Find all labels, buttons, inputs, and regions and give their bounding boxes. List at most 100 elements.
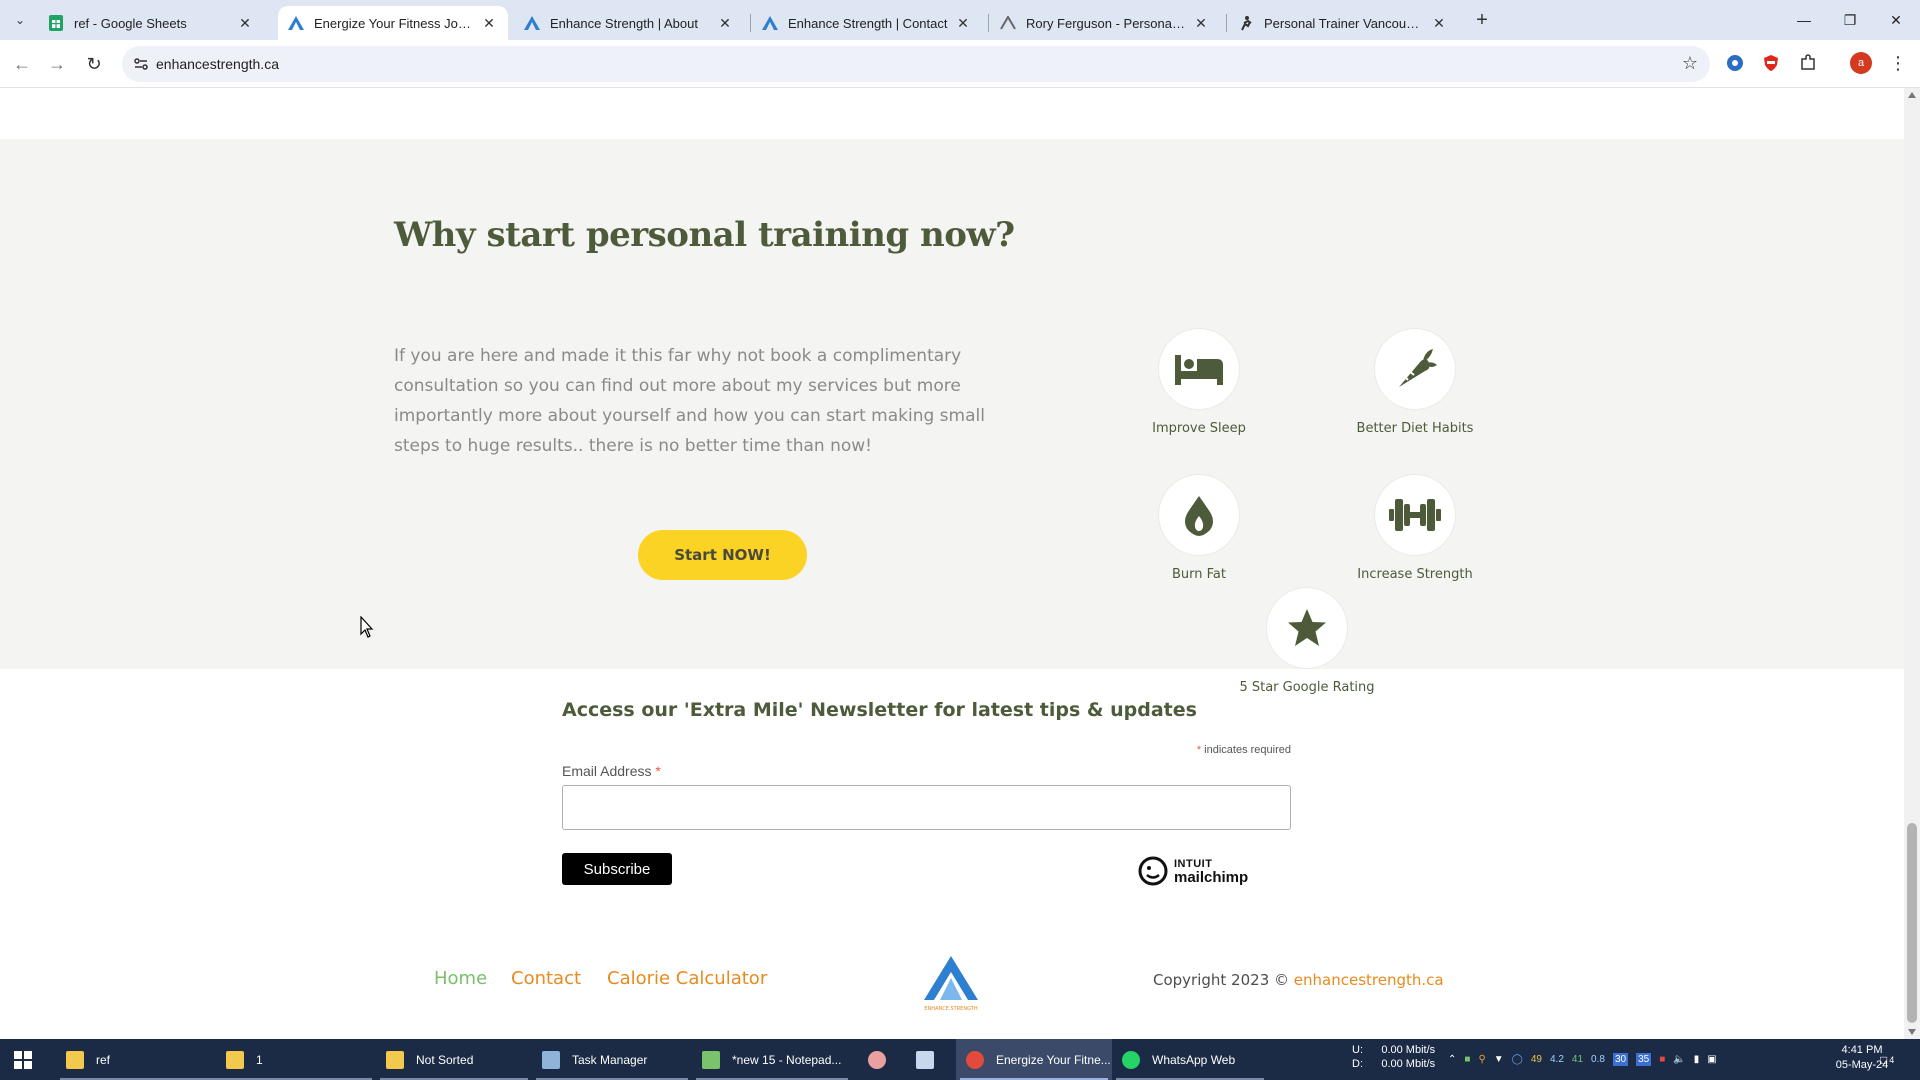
tab-google-sheets[interactable]: ref - Google Sheets ✕ (38, 6, 264, 40)
tray-stat: 41 (1571, 1054, 1584, 1065)
tab-title: Rory Ferguson - Personal Traini (1026, 15, 1186, 31)
star-icon (1288, 609, 1326, 646)
page-scrollbar[interactable] (1904, 88, 1920, 1039)
taskbar-label: *new 15 - Notepad... (732, 1052, 842, 1067)
taskbar-label: Task Manager (572, 1052, 648, 1067)
tab-search-button[interactable]: ⌄ (8, 8, 32, 32)
minimize-icon: — (1797, 12, 1811, 28)
taskbar-item-chrome[interactable]: Energize Your Fitne... (956, 1039, 1112, 1080)
close-icon[interactable]: ✕ (954, 14, 972, 32)
forward-button[interactable]: → (43, 50, 71, 78)
benefit-google-rating: 5 Star Google Rating (1212, 588, 1402, 695)
tray-stat: 49 (1530, 1054, 1542, 1065)
required-note: * indicates required (1100, 744, 1291, 756)
benefit-label: Increase Strength (1357, 567, 1473, 582)
restore-button[interactable]: ❐ (1827, 0, 1873, 40)
benefit-label: Improve Sleep (1152, 421, 1246, 436)
tab-rory[interactable]: Rory Ferguson - Personal Traini ✕ (990, 6, 1220, 40)
extension-icon[interactable] (1724, 52, 1746, 74)
footer-link-contact[interactable]: Contact (511, 968, 581, 989)
start-button[interactable] (0, 1039, 46, 1080)
shield-extension-icon[interactable] (1760, 52, 1782, 74)
benefit-label: Better Diet Habits (1356, 421, 1474, 436)
tray-badge[interactable]: 30 (1612, 1053, 1629, 1066)
footer-logo[interactable]: ENHANCE STRENGTH (920, 956, 982, 1012)
benefit-increase-strength: Increase Strength (1320, 475, 1510, 582)
volume-icon[interactable]: 🔈 (1673, 1054, 1685, 1065)
chevron-up-icon[interactable]: ⌃ (1448, 1054, 1456, 1065)
battery-icon[interactable]: ▮ (1694, 1054, 1700, 1065)
address-bar[interactable]: enhancestrength.ca ☆ (122, 46, 1710, 82)
taskbar-item-app[interactable] (858, 1039, 898, 1080)
taskbar-item-ref[interactable]: ref (56, 1039, 226, 1080)
email-field[interactable] (562, 785, 1291, 830)
close-icon[interactable]: ✕ (1192, 14, 1210, 32)
scrollbar-thumb[interactable] (1907, 823, 1917, 1023)
taskbar-item-not-sorted[interactable]: Not Sorted (376, 1039, 532, 1080)
close-window-button[interactable]: ✕ (1873, 0, 1919, 40)
minimize-button[interactable]: — (1781, 0, 1827, 40)
taskbar: ref 1 Not Sorted Task Manager *new 15 - … (0, 1039, 1920, 1080)
taskbar-label: ref (96, 1052, 111, 1067)
profile-avatar[interactable]: a (1850, 52, 1872, 74)
benefit-icon-circle (1375, 475, 1455, 555)
close-icon[interactable]: ✕ (716, 14, 734, 32)
tab-about[interactable]: Enhance Strength | About ✕ (514, 6, 744, 40)
tray-globe-icon[interactable]: ◯ (1512, 1054, 1523, 1065)
puzzle-extensions-icon[interactable] (1797, 52, 1819, 74)
app-icon (868, 1050, 886, 1069)
arrow-left-icon: ← (13, 53, 31, 74)
close-icon[interactable]: ✕ (236, 14, 254, 32)
net-down-label: D: (1352, 1058, 1363, 1070)
footer-link-home[interactable]: Home (434, 968, 487, 989)
tab-energize[interactable]: Energize Your Fitness Journey w ✕ (278, 6, 508, 40)
taskbar-item-task-manager[interactable]: Task Manager (532, 1039, 692, 1080)
chevron-down-icon: ⌄ (14, 13, 26, 27)
taskbar-item-document[interactable] (906, 1039, 946, 1080)
browser-menu-icon[interactable]: ⋮ (1888, 50, 1908, 76)
why-section: Why start personal training now? If you … (0, 139, 1904, 695)
network-icon[interactable]: ▣ (1707, 1054, 1716, 1065)
benefit-label: Burn Fat (1172, 567, 1226, 582)
tab-title: Personal Trainer Vancouver | We (1264, 15, 1424, 31)
bed-icon (1175, 355, 1223, 385)
taskbar-label: Not Sorted (416, 1052, 474, 1067)
taskbar-item-1[interactable]: 1 (216, 1039, 376, 1080)
notifications-button[interactable]: □ 4 (1880, 1039, 1894, 1080)
tray-red-icon[interactable]: ■ (1659, 1054, 1665, 1065)
tray-stat: 4.2 (1550, 1054, 1564, 1065)
folder-icon (226, 1050, 244, 1069)
scroll-up-icon[interactable] (1908, 92, 1916, 98)
search-icon[interactable]: ⚲ (1478, 1054, 1485, 1065)
mailchimp-wordmark: INTUIT mailchimp (1174, 858, 1248, 885)
reload-button[interactable]: ↻ (80, 50, 108, 78)
scroll-down-icon[interactable] (1908, 1029, 1916, 1035)
tray-shield-icon[interactable]: ▼ (1494, 1054, 1504, 1065)
copyright-site-link[interactable]: enhancestrength.ca (1294, 971, 1444, 989)
document-icon (916, 1050, 934, 1069)
site-info-icon[interactable] (132, 55, 150, 73)
tab-title: ref - Google Sheets (74, 15, 187, 31)
tab-contact[interactable]: Enhance Strength | Contact ✕ (752, 6, 982, 40)
mailchimp-badge[interactable]: INTUIT mailchimp (1138, 854, 1260, 888)
tab-trainer-vancouver[interactable]: Personal Trainer Vancouver | We ✕ (1228, 6, 1458, 40)
footer-link-calorie-calculator[interactable]: Calorie Calculator (607, 968, 767, 989)
subscribe-button[interactable]: Subscribe (562, 853, 672, 885)
mouse-cursor-icon (360, 616, 374, 638)
new-tab-button[interactable]: + (1470, 8, 1494, 32)
close-icon[interactable]: ✕ (1430, 14, 1448, 32)
url-text: enhancestrength.ca (156, 56, 279, 72)
tab-strip: ⌄ ref - Google Sheets ✕ Energize Your Fi… (0, 0, 1920, 40)
back-button[interactable]: ← (8, 50, 36, 78)
mailchimp-logo-icon (1138, 856, 1168, 886)
start-now-button[interactable]: Start NOW! (638, 530, 807, 580)
benefit-burn-fat: Burn Fat (1104, 475, 1294, 582)
close-icon[interactable]: ✕ (480, 14, 498, 32)
whatsapp-icon (1122, 1050, 1140, 1069)
tray-badge[interactable]: 35 (1636, 1053, 1652, 1066)
taskbar-item-whatsapp[interactable]: WhatsApp Web (1112, 1039, 1268, 1080)
taskbar-item-notepad[interactable]: *new 15 - Notepad... (692, 1039, 852, 1080)
bookmark-star-icon[interactable]: ☆ (1682, 53, 1698, 74)
folder-icon (66, 1050, 84, 1069)
tray-app-icon[interactable]: ■ (1464, 1054, 1470, 1065)
